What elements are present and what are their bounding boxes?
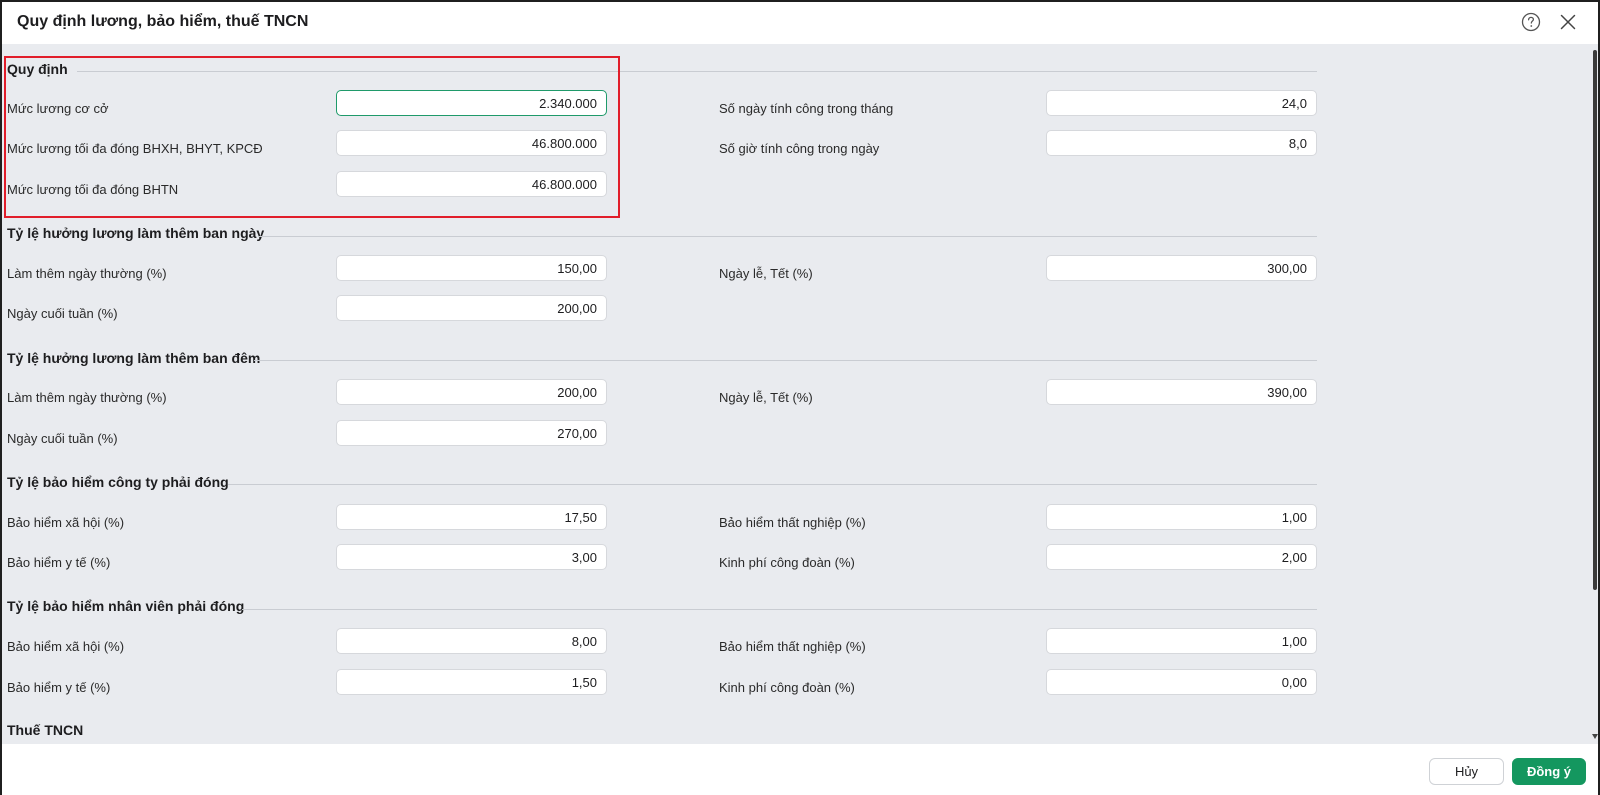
scroll-down-arrow-icon[interactable] [1592, 734, 1598, 739]
company-union-fee-input[interactable] [1046, 544, 1317, 570]
label-employee-union: Kinh phí công đoàn (%) [719, 680, 855, 695]
label-overtime-night-weekday: Làm thêm ngày thường (%) [7, 390, 167, 405]
section-title-insurance-company: Tỷ lệ bảo hiểm công ty phải đóng [7, 474, 229, 490]
overtime-day-weekend-input[interactable] [336, 295, 607, 321]
vertical-scrollbar[interactable] [1592, 44, 1598, 744]
label-company-union: Kinh phí công đoàn (%) [719, 555, 855, 570]
overtime-night-weekend-input[interactable] [336, 420, 607, 446]
overtime-night-holiday-input[interactable] [1046, 379, 1317, 405]
label-employee-social: Bảo hiểm xã hội (%) [7, 639, 125, 654]
company-unemployment-insurance-input[interactable] [1046, 504, 1317, 530]
label-employee-health: Bảo hiểm y tế (%) [7, 680, 111, 695]
label-max-salary-bhxh: Mức lương tối đa đóng BHXH, BHYT, KPCĐ [7, 141, 263, 156]
max-salary-bhxh-input[interactable] [336, 130, 607, 156]
employee-social-insurance-input[interactable] [336, 628, 607, 654]
label-overtime-day-weekend: Ngày cuối tuần (%) [7, 306, 118, 321]
employee-union-fee-input[interactable] [1046, 669, 1317, 695]
employee-health-insurance-input[interactable] [336, 669, 607, 695]
dialog-body[interactable]: Quy định Mức lương cơ cở Mức lương tối đ… [2, 44, 1592, 744]
dialog-title: Quy định lương, bảo hiểm, thuế TNCN [17, 13, 309, 30]
label-overtime-night-holiday: Ngày lễ, Tết (%) [719, 390, 813, 405]
company-social-insurance-input[interactable] [336, 504, 607, 530]
section-divider [258, 236, 1317, 237]
overtime-night-weekday-input[interactable] [336, 379, 607, 405]
label-work-hours-day: Số giờ tính công trong ngày [719, 141, 880, 156]
work-days-month-input[interactable] [1046, 90, 1317, 116]
dialog-header: Quy định lương, bảo hiểm, thuế TNCN [2, 2, 1598, 44]
overtime-day-holiday-input[interactable] [1046, 255, 1317, 281]
label-base-salary: Mức lương cơ cở [7, 101, 109, 116]
label-employee-unemployment: Bảo hiểm thất nghiệp (%) [719, 639, 866, 654]
label-company-unemployment: Bảo hiểm thất nghiệp (%) [719, 515, 866, 530]
max-salary-bhtn-input[interactable] [336, 171, 607, 197]
help-circle-icon[interactable] [1521, 12, 1541, 32]
scrollbar-thumb[interactable] [1593, 50, 1597, 590]
section-divider [77, 71, 1317, 72]
label-company-health: Bảo hiểm y tế (%) [7, 555, 111, 570]
section-divider [254, 360, 1317, 361]
section-title-regulation: Quy định [7, 61, 68, 77]
close-icon[interactable] [1558, 12, 1578, 32]
label-overtime-day-weekday: Làm thêm ngày thường (%) [7, 266, 167, 281]
section-divider [228, 484, 1317, 485]
section-title-overtime-day: Tỷ lệ hưởng lương làm thêm ban ngày [7, 225, 265, 241]
section-title-tax: Thuế TNCN [7, 722, 84, 738]
base-salary-input[interactable] [336, 90, 607, 116]
section-divider [242, 609, 1317, 610]
confirm-button[interactable]: Đồng ý [1512, 758, 1586, 785]
label-work-days-month: Số ngày tính công trong tháng [719, 101, 894, 116]
dialog-footer: Hủy Đồng ý [2, 744, 1598, 795]
settings-dialog: Quy định lương, bảo hiểm, thuế TNCN Quy … [0, 0, 1600, 795]
work-hours-day-input[interactable] [1046, 130, 1317, 156]
section-title-insurance-employee: Tỷ lệ bảo hiểm nhân viên phải đóng [7, 598, 245, 614]
overtime-day-weekday-input[interactable] [336, 255, 607, 281]
section-title-overtime-night: Tỷ lệ hưởng lương làm thêm ban đêm [7, 350, 261, 366]
cancel-button[interactable]: Hủy [1429, 758, 1504, 785]
employee-unemployment-insurance-input[interactable] [1046, 628, 1317, 654]
label-company-social: Bảo hiểm xã hội (%) [7, 515, 125, 530]
label-overtime-night-weekend: Ngày cuối tuần (%) [7, 431, 118, 446]
label-overtime-day-holiday: Ngày lễ, Tết (%) [719, 266, 813, 281]
company-health-insurance-input[interactable] [336, 544, 607, 570]
label-max-salary-bhtn: Mức lương tối đa đóng BHTN [7, 182, 179, 197]
